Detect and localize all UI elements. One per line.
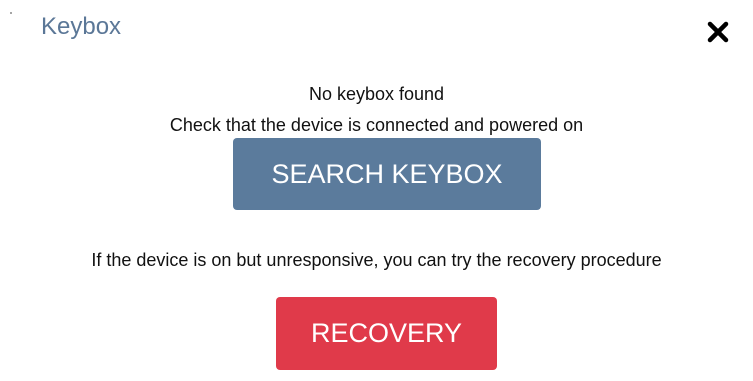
keybox-dialog: Keybox No keybox found Check that the de… (0, 0, 753, 381)
check-device-message: Check that the device is connected and p… (169, 115, 584, 135)
dialog-title: Keybox (41, 13, 122, 40)
no-keybox-message: No keybox found (308, 84, 445, 104)
recovery-button[interactable]: RECOVERY (276, 297, 497, 370)
recovery-hint-message: If the device is on but unresponsive, yo… (91, 250, 662, 270)
close-icon[interactable] (706, 20, 730, 44)
corner-dot (10, 12, 12, 14)
search-keybox-button[interactable]: SEARCH KEYBOX (233, 138, 541, 210)
